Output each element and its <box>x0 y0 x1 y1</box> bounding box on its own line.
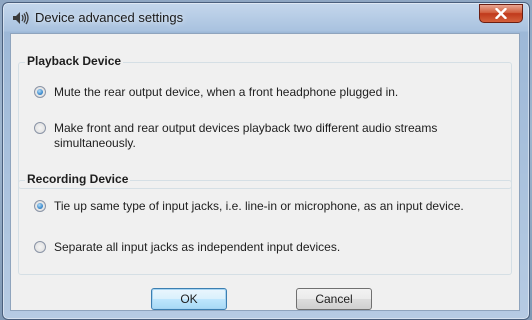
close-button[interactable] <box>479 4 523 23</box>
radio-button[interactable] <box>34 241 46 253</box>
radio-button[interactable] <box>34 86 46 98</box>
playback-device-heading: Playback Device <box>25 54 124 68</box>
close-icon <box>495 8 507 19</box>
dialog-body: Playback Device Mute the rear output dev… <box>10 33 520 311</box>
playback-option-mute-rear[interactable]: Mute the rear output device, when a fron… <box>34 85 494 100</box>
playback-device-group: Playback Device Mute the rear output dev… <box>18 54 512 189</box>
radio-label: Tie up same type of input jacks, i.e. li… <box>54 199 464 213</box>
playback-option-two-streams[interactable]: Make front and rear output devices playb… <box>34 121 494 151</box>
speaker-icon <box>12 11 30 25</box>
radio-button[interactable] <box>34 200 46 212</box>
recording-device-group: Recording Device Tie up same type of inp… <box>18 172 512 275</box>
window-title: Device advanced settings <box>35 10 184 25</box>
recording-device-heading: Recording Device <box>25 172 131 186</box>
recording-option-tie-up[interactable]: Tie up same type of input jacks, i.e. li… <box>34 199 494 214</box>
radio-label: Make front and rear output devices playb… <box>54 121 438 150</box>
dialog-window: Device advanced settings Playback Device… <box>2 2 530 320</box>
cancel-button[interactable]: Cancel <box>296 288 372 310</box>
radio-label: Separate all input jacks as independent … <box>54 240 341 254</box>
radio-label: Mute the rear output device, when a fron… <box>54 85 399 99</box>
radio-button[interactable] <box>34 122 46 134</box>
recording-option-separate[interactable]: Separate all input jacks as independent … <box>34 240 494 255</box>
title-bar[interactable]: Device advanced settings <box>3 3 529 33</box>
ok-button[interactable]: OK <box>151 288 227 310</box>
